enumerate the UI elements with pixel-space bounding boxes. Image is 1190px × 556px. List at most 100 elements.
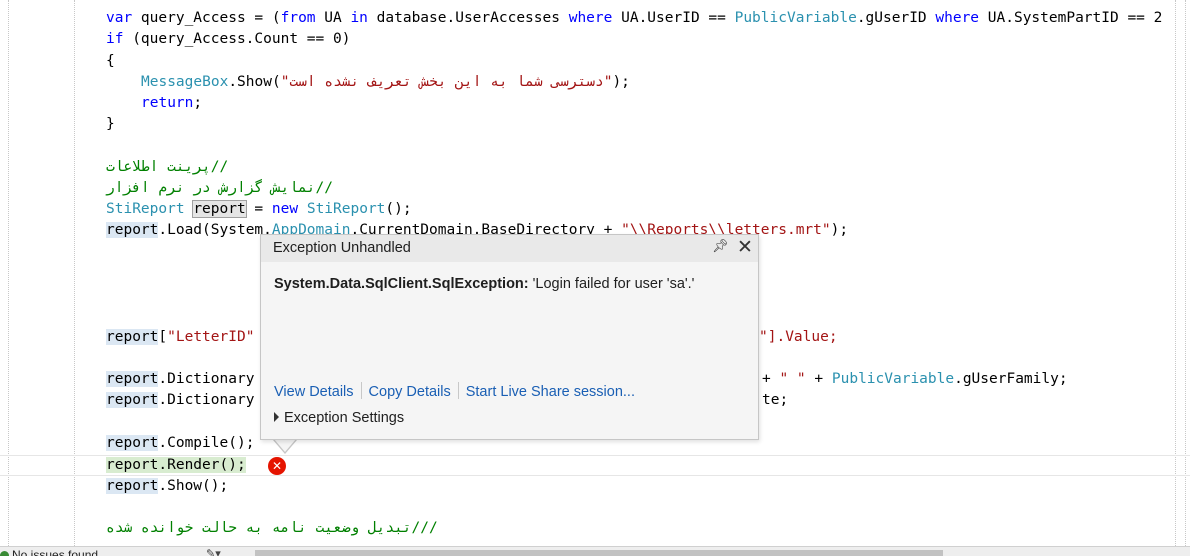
popup-header: Exception Unhandled 📌︎ ✕ — [261, 235, 758, 262]
code-token: new — [271, 201, 299, 217]
link-separator — [457, 382, 459, 399]
code-token: .gUserFamily; — [954, 371, 1068, 387]
code-token: database.UserAccesses — [367, 10, 569, 26]
code-line-dictionary-2-tail[interactable]: te; — [762, 390, 788, 411]
code-token: } — [106, 116, 115, 132]
code-token: ); — [612, 74, 630, 90]
exception-type: System.Data.SqlClient.SqlException: — [274, 276, 529, 292]
brush-icon[interactable]: ✎▾ — [206, 547, 221, 556]
code-comment[interactable]: //نمایش گزارش در نرم افزار — [106, 178, 333, 199]
code-line-if[interactable]: if (query_Access.Count == 0) — [106, 29, 350, 50]
code-line-new-report[interactable]: StiReport report = new StiReport(); — [106, 199, 412, 220]
code-comment[interactable]: //پرینت اطلاعات — [106, 157, 228, 178]
code-token-reference: report — [106, 392, 159, 408]
code-token: from — [280, 10, 316, 26]
code-token: UA — [315, 10, 351, 26]
code-token-current-statement: .Render(); — [158, 457, 246, 473]
code-token: (); — [385, 201, 412, 217]
code-token: [ — [158, 329, 168, 345]
code-token: ; — [193, 95, 203, 111]
code-token: return — [141, 95, 194, 111]
code-token: if — [106, 31, 124, 47]
code-line-return[interactable]: return; — [141, 93, 202, 114]
popup-pointer — [274, 439, 296, 452]
code-line-messagebox[interactable]: MessageBox.Show("دسترسی شما به این بخش ت… — [141, 72, 630, 93]
exception-message: System.Data.SqlClient.SqlException: 'Log… — [274, 276, 694, 292]
code-token: .Show( — [228, 74, 281, 90]
code-token: var — [106, 10, 133, 26]
code-token: where — [568, 10, 613, 26]
live-share-link[interactable]: Start Live Share session... — [466, 384, 635, 400]
expand-triangle-icon — [274, 412, 279, 422]
error-icon[interactable]: ✕ — [268, 457, 286, 475]
code-token-current-statement: report — [106, 457, 159, 473]
code-token: UA.SystemPartID == 2 — [979, 10, 1163, 26]
code-string: " " — [779, 371, 806, 387]
comment-text: //پرینت اطلاعات — [106, 159, 229, 175]
code-line-render[interactable]: report.Render(); — [106, 455, 246, 476]
code-token-highlighted: report — [192, 200, 247, 218]
code-token: ); — [830, 222, 849, 238]
code-token: StiReport — [106, 201, 185, 217]
code-line-dictionary-1[interactable]: report.Dictionary — [106, 369, 254, 390]
code-line-query-access[interactable]: var query_Access = (from UA in database.… — [106, 8, 1162, 29]
code-token: .gUserID — [856, 10, 936, 26]
code-token: .Load(System. — [158, 222, 272, 238]
code-token: (query_Access.Count == 0) — [123, 31, 351, 47]
close-icon[interactable]: ✕ — [735, 236, 755, 258]
view-details-link[interactable]: View Details — [274, 384, 354, 400]
code-token: StiReport — [306, 201, 386, 217]
status-issues[interactable]: No issues found — [0, 548, 98, 556]
code-token-reference: report — [106, 329, 159, 345]
code-token: query_Access = ( — [132, 10, 281, 26]
code-line-close-brace[interactable]: } — [106, 114, 115, 135]
code-line-dictionary-2[interactable]: report.Dictionary — [106, 390, 254, 411]
code-comment[interactable]: ///تبدیل وضعیت نامه به حالت خوانده شده — [106, 518, 438, 539]
code-string: "].Value; — [759, 329, 838, 345]
code-token: { — [106, 53, 115, 69]
pin-icon[interactable]: 📌︎ — [712, 239, 729, 257]
code-line-open-brace[interactable]: { — [106, 51, 115, 72]
code-token: + — [805, 371, 832, 387]
code-line-letterid-tail[interactable]: "].Value; — [759, 327, 838, 348]
code-line-dictionary-1-tail[interactable]: + " " + PublicVariable.gUserFamily; — [762, 369, 1068, 390]
code-token-reference: report — [106, 222, 159, 238]
status-bar: No issues found ✎▾ — [0, 546, 1190, 556]
exception-popup: Exception Unhandled 📌︎ ✕ System.Data.Sql… — [260, 234, 759, 440]
comment-text: ///تبدیل وضعیت نامه به حالت خوانده شده — [106, 520, 438, 536]
code-token: te; — [762, 392, 789, 408]
code-token: .Dictionary — [158, 371, 255, 387]
status-issues-label: No issues found — [12, 548, 99, 556]
code-token: UA.UserID == — [612, 10, 735, 26]
code-string: "LetterID" — [167, 329, 255, 345]
code-token: PublicVariable — [831, 371, 955, 387]
link-separator — [360, 382, 362, 399]
code-token: where — [935, 10, 980, 26]
code-token: + — [762, 371, 780, 387]
code-token: MessageBox — [141, 74, 229, 90]
popup-title: Exception Unhandled — [273, 240, 411, 256]
code-token: in — [350, 10, 368, 26]
copy-details-link[interactable]: Copy Details — [369, 384, 451, 400]
code-line-compile[interactable]: report.Compile(); — [106, 433, 254, 454]
comment-text: //نمایش گزارش در نرم افزار — [106, 180, 333, 196]
code-string: "دسترسی شما به این بخش تعریف نشده است" — [280, 74, 613, 90]
code-token-reference: report — [106, 435, 159, 451]
horizontal-scrollbar[interactable] — [255, 550, 943, 556]
code-line-show[interactable]: report.Show(); — [106, 476, 228, 497]
code-token: .Show(); — [158, 478, 229, 494]
code-token-reference: report — [106, 478, 159, 494]
code-token: .Compile(); — [158, 435, 255, 451]
exception-text: 'Login failed for user 'sa'.' — [528, 276, 695, 292]
code-token: .Dictionary — [158, 392, 255, 408]
code-token: PublicVariable — [734, 10, 857, 26]
check-icon — [0, 551, 9, 556]
code-token: = — [245, 201, 272, 217]
code-token-reference: report — [106, 371, 159, 387]
popup-links: View Details Copy Details Start Live Share… — [274, 382, 635, 400]
exception-settings-toggle[interactable]: Exception Settings — [274, 410, 404, 426]
exception-settings-label: Exception Settings — [284, 410, 405, 426]
code-line-letterid[interactable]: report["LetterID" — [106, 327, 254, 348]
